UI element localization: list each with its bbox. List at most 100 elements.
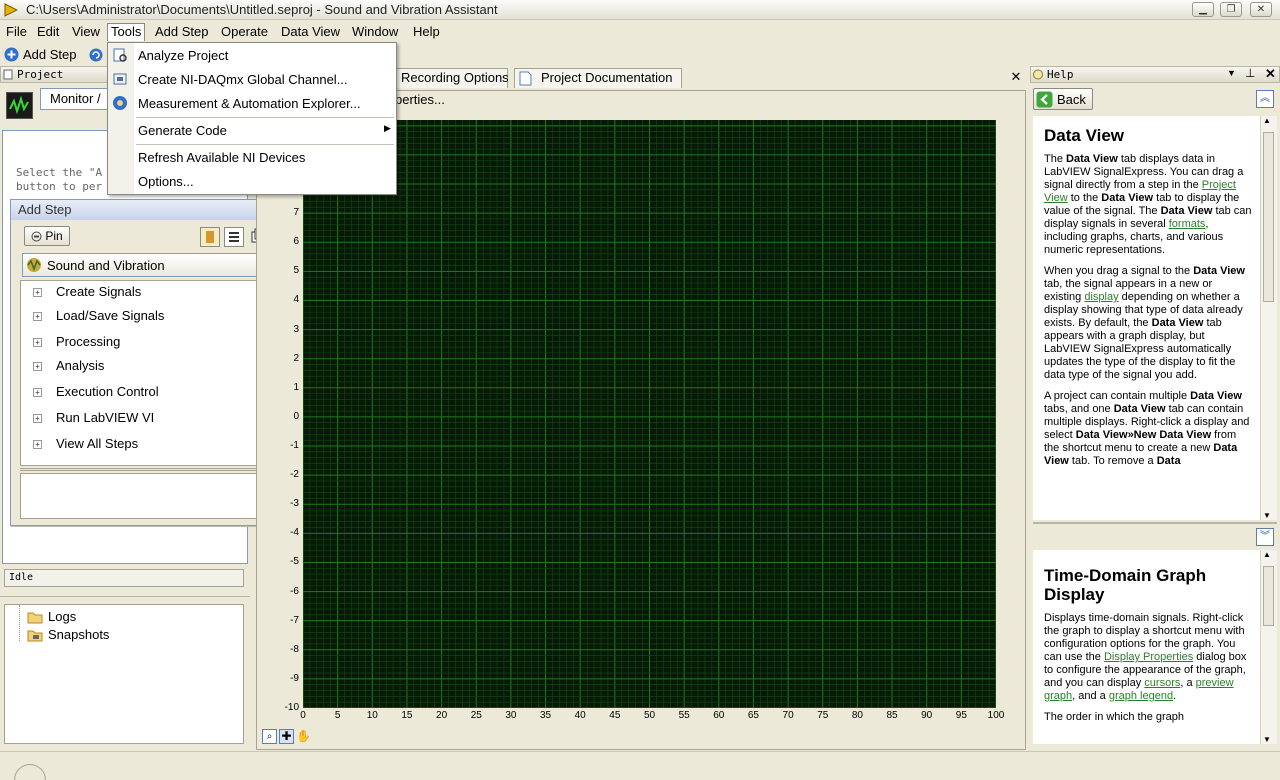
help-link[interactable]: display — [1084, 291, 1118, 303]
help-pin-icon[interactable]: ⊥ — [1245, 66, 1255, 80]
y-tick-label: -8 — [290, 643, 299, 655]
menu-file[interactable]: File — [3, 23, 30, 41]
menu-item-generate-code[interactable]: Generate Code — [138, 119, 227, 142]
submenu-arrow-icon: ▶ — [384, 123, 391, 133]
step-list-button[interactable] — [224, 227, 244, 247]
display-properties-link[interactable]: perties... — [395, 92, 445, 107]
scroll-up-icon[interactable]: ▲ — [1263, 550, 1271, 559]
y-tick-label: -3 — [290, 498, 299, 510]
menu-item-create-daqmx-channel[interactable]: Create NI-DAQmx Global Channel... — [138, 68, 348, 91]
close-window-button[interactable]: ✕ — [1250, 2, 1272, 17]
help-expand-down-icon[interactable]: ︾ — [1256, 528, 1274, 546]
scroll-thumb[interactable] — [1263, 566, 1274, 626]
scroll-up-icon[interactable]: ▲ — [1263, 116, 1271, 125]
x-tick-label: 30 — [505, 710, 517, 721]
time-domain-graph[interactable] — [303, 120, 996, 708]
help-bold-term: Data — [1156, 455, 1181, 467]
monitor-dropdown[interactable]: Monitor / — [40, 88, 110, 110]
category-dropdown[interactable]: Sound and Vibration ▼ — [22, 253, 272, 277]
menu-window[interactable]: Window — [349, 23, 401, 41]
y-tick-label: -9 — [290, 672, 299, 684]
tree-item-snapshots[interactable]: Snapshots — [27, 627, 109, 642]
close-tab-icon[interactable]: ✕ — [1009, 70, 1023, 84]
help-paragraph: When you drag a signal to the Data View … — [1044, 265, 1252, 382]
y-tick-label: 4 — [293, 294, 299, 306]
help-back-button[interactable]: Back — [1033, 88, 1093, 110]
x-tick-label: 90 — [921, 710, 933, 721]
menu-item-analyze-project[interactable]: Analyze Project — [138, 44, 228, 67]
splitter[interactable] — [20, 468, 274, 471]
y-tick-label: 0 — [293, 410, 299, 422]
y-tick-label: 6 — [293, 236, 299, 248]
help-scrollbar-1[interactable]: ▲ ▼ — [1260, 116, 1277, 520]
x-tick-label: 70 — [782, 710, 794, 721]
menu-icon-gutter — [108, 43, 134, 194]
help-link[interactable]: Display Properties — [1104, 651, 1193, 663]
help-dropdown-icon[interactable]: ▼ — [1227, 68, 1236, 78]
step-execution-control[interactable]: + Execution Control — [33, 381, 159, 403]
menu-tools[interactable]: Tools — [107, 23, 146, 41]
menu-add-step[interactable]: Add Step — [152, 23, 212, 41]
step-analysis[interactable]: + Analysis — [33, 355, 104, 377]
help-scrollbar-2[interactable]: ▲ ▼ — [1260, 550, 1277, 744]
scroll-down-icon[interactable]: ▼ — [1263, 511, 1271, 520]
analyze-project-icon — [113, 48, 127, 62]
help-text: tabs, and one — [1044, 403, 1114, 415]
x-tick-label: 80 — [851, 710, 863, 721]
help-link[interactable]: formats — [1169, 218, 1206, 230]
help-text: , and a — [1072, 690, 1109, 702]
scroll-thumb[interactable] — [1263, 132, 1274, 302]
menu-edit[interactable]: Edit — [34, 23, 62, 41]
help-text: When you drag a signal to the — [1044, 265, 1194, 277]
help-collapse-up-icon[interactable]: ︽ — [1256, 90, 1274, 108]
pin-icon — [31, 231, 42, 241]
daqmx-channel-icon — [113, 73, 127, 85]
x-tick-label: 45 — [609, 710, 621, 721]
menu-help[interactable]: Help — [410, 23, 443, 41]
help-link[interactable]: cursors — [1144, 677, 1180, 689]
minimize-button[interactable]: ▁ — [1192, 2, 1214, 17]
pan-hand-icon[interactable]: ✋ — [296, 729, 311, 744]
list-icon — [229, 232, 239, 242]
help-link[interactable]: graph legend — [1109, 690, 1173, 702]
help-header-wrap: Help ▼ ⊥ ✕ — [1030, 66, 1280, 83]
help-splitter[interactable] — [1033, 522, 1277, 524]
tab-project-documentation[interactable]: Project Documentation — [514, 68, 682, 88]
x-tick-label: 0 — [300, 710, 306, 721]
status-idle: Idle — [4, 569, 244, 587]
y-tick-label: -6 — [290, 585, 299, 597]
menu-operate[interactable]: Operate — [218, 23, 271, 41]
help-bold-term: Data View — [1190, 390, 1242, 402]
add-step-toolbar-button[interactable]: Add Step — [4, 45, 77, 64]
help-title-data-view: Data View — [1044, 126, 1125, 145]
menu-item-refresh-devices[interactable]: Refresh Available NI Devices — [138, 146, 305, 169]
menu-item-options[interactable]: Options... — [138, 170, 194, 193]
window-title: C:\Users\Administrator\Documents\Untitle… — [26, 2, 498, 17]
maximize-button[interactable]: ❐ — [1220, 2, 1242, 17]
step-filter-button[interactable] — [200, 227, 220, 247]
crosshair-icon[interactable]: ✚ — [279, 729, 294, 744]
filter-icon — [206, 231, 214, 243]
zoom-icon[interactable]: ⌕ — [262, 729, 277, 744]
help-text: , a — [1180, 677, 1196, 689]
menu-data-view[interactable]: Data View — [278, 23, 343, 41]
tab-recording-options[interactable]: Recording Options — [392, 68, 509, 88]
tree-item-logs[interactable]: Logs — [27, 609, 76, 624]
step-create-signals[interactable]: + Create Signals — [33, 281, 141, 303]
step-processing[interactable]: + Processing — [33, 331, 120, 353]
help-text: A project can contain multiple — [1044, 390, 1191, 402]
step-load-save-signals[interactable]: + Load/Save Signals — [33, 305, 164, 327]
step-run-labview-vi[interactable]: + Run LabVIEW VI — [33, 407, 154, 429]
help-close-icon[interactable]: ✕ — [1265, 66, 1276, 82]
scroll-down-icon[interactable]: ▼ — [1263, 735, 1271, 744]
menu-item-measurement-automation-explorer[interactable]: Measurement & Automation Explorer... — [138, 92, 361, 115]
step-view-all-steps[interactable]: + View All Steps — [33, 433, 138, 455]
document-icon — [519, 71, 532, 86]
pin-button[interactable]: Pin — [24, 226, 70, 246]
help-text: to the — [1067, 192, 1102, 204]
help-bold-term: Data View»New Data View — [1075, 429, 1212, 441]
refresh-icon[interactable] — [89, 48, 103, 62]
monitor-icon[interactable] — [6, 92, 33, 119]
menu-view[interactable]: View — [69, 23, 103, 41]
expand-icon: + — [33, 338, 42, 348]
